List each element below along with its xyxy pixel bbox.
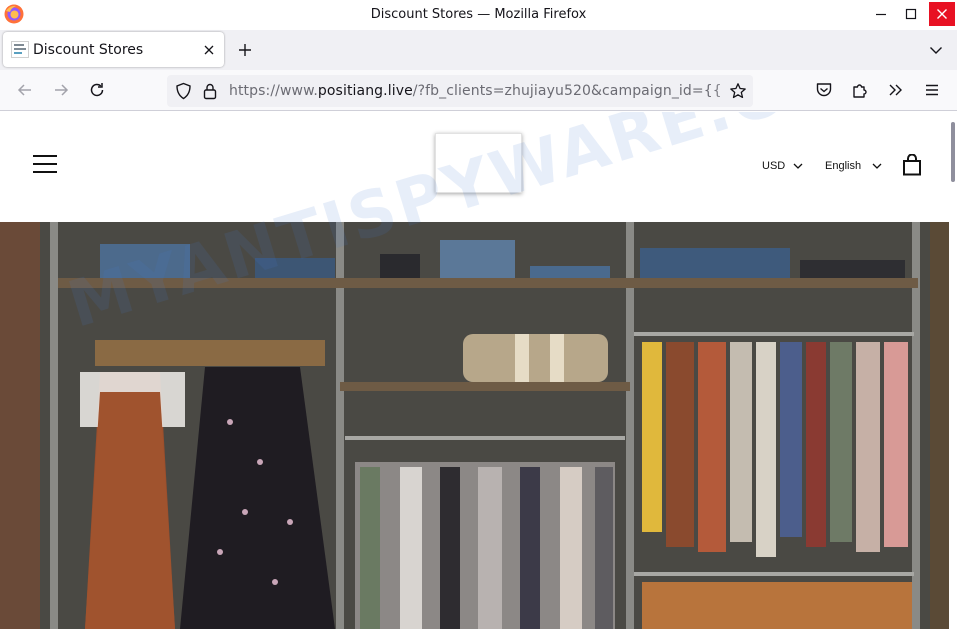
back-arrow-icon[interactable] bbox=[16, 81, 34, 99]
scrollbar-thumb[interactable] bbox=[951, 122, 955, 182]
close-tab-icon[interactable] bbox=[201, 42, 217, 58]
navigation-toolbar: https://www.positiang.live/?fb_clients=z… bbox=[0, 70, 957, 111]
forward-arrow-icon[interactable] bbox=[52, 81, 70, 99]
overflow-chevrons-icon[interactable] bbox=[887, 81, 905, 99]
extensions-puzzle-icon[interactable] bbox=[851, 81, 869, 99]
minimize-icon bbox=[876, 13, 886, 16]
chevron-down-icon[interactable] bbox=[928, 42, 944, 58]
lock-icon[interactable] bbox=[203, 82, 217, 100]
bookmark-star-icon[interactable] bbox=[729, 82, 747, 100]
maximize-button[interactable] bbox=[896, 0, 926, 28]
site-header: USD English bbox=[0, 112, 949, 222]
minimize-button[interactable] bbox=[866, 0, 896, 28]
chevron-down-icon[interactable] bbox=[792, 160, 804, 172]
shopping-bag-icon[interactable] bbox=[902, 154, 922, 176]
window-title: Discount Stores — Mozilla Firefox bbox=[370, 7, 587, 22]
url-text: https://www.positiang.live/?fb_clients=z… bbox=[229, 83, 722, 99]
maximize-icon bbox=[905, 8, 917, 20]
new-tab-icon[interactable] bbox=[236, 41, 254, 59]
reload-icon[interactable] bbox=[88, 81, 106, 99]
app-menu-icon[interactable] bbox=[923, 81, 941, 99]
tracking-protection-shield-icon[interactable] bbox=[175, 82, 192, 100]
hamburger-menu-icon[interactable] bbox=[33, 155, 57, 175]
currency-selector[interactable]: USD bbox=[762, 160, 785, 172]
close-window-button[interactable] bbox=[929, 2, 955, 26]
hero-banner-image bbox=[0, 222, 949, 629]
chevron-down-icon[interactable] bbox=[871, 160, 883, 172]
url-prefix: https://www. bbox=[229, 83, 318, 99]
tab-strip: Discount Stores bbox=[0, 30, 957, 70]
pocket-icon[interactable] bbox=[815, 81, 833, 99]
window-titlebar: Discount Stores — Mozilla Firefox bbox=[0, 0, 957, 30]
site-favicon-icon bbox=[11, 41, 29, 58]
store-logo[interactable] bbox=[435, 133, 522, 193]
address-bar[interactable]: https://www.positiang.live/?fb_clients=z… bbox=[167, 75, 753, 107]
language-selector[interactable]: English bbox=[825, 160, 861, 172]
clothing-rack-photo bbox=[0, 222, 949, 629]
web-page: USD English bbox=[0, 112, 957, 629]
page-scrollbar[interactable] bbox=[949, 112, 957, 629]
url-path: /?fb_clients=zhujiayu520&campaign_id={{ bbox=[412, 83, 722, 99]
url-host: positiang.live bbox=[317, 83, 413, 99]
tab-label: Discount Stores bbox=[33, 42, 144, 58]
close-icon bbox=[937, 9, 947, 19]
tab-discount-stores[interactable]: Discount Stores bbox=[3, 32, 224, 67]
